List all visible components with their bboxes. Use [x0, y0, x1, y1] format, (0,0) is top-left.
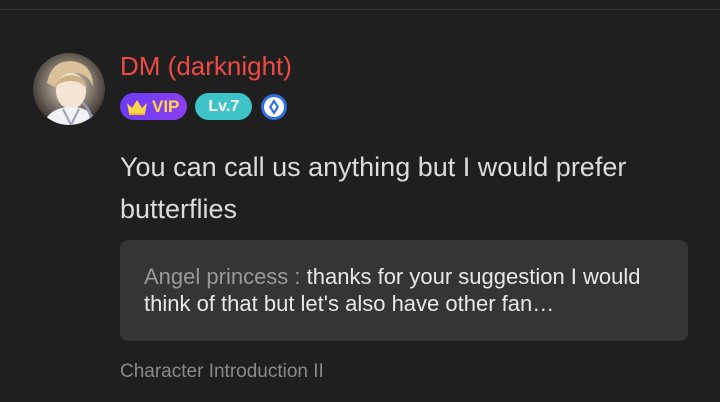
context-link[interactable]: Character Introduction II [120, 360, 324, 384]
reply-text-block: Angel princess : thanks for your suggest… [144, 263, 664, 317]
reply-preview[interactable]: Angel princess : thanks for your suggest… [120, 240, 688, 341]
certification-icon[interactable] [260, 93, 288, 121]
avatar[interactable] [33, 53, 105, 125]
vip-label: VIP [152, 97, 180, 116]
avatar-image [33, 53, 105, 125]
crown-icon [127, 99, 147, 115]
vip-badge[interactable]: VIP [120, 93, 188, 120]
username[interactable]: DM (darknight) [120, 50, 292, 82]
comment-text: You can call us anything but I would pre… [120, 152, 627, 224]
top-divider [0, 9, 720, 10]
badge-row: VIP Lv.7 [120, 93, 288, 120]
level-badge[interactable]: Lv.7 [195, 93, 253, 120]
reply-author: Angel princess : [144, 264, 301, 289]
